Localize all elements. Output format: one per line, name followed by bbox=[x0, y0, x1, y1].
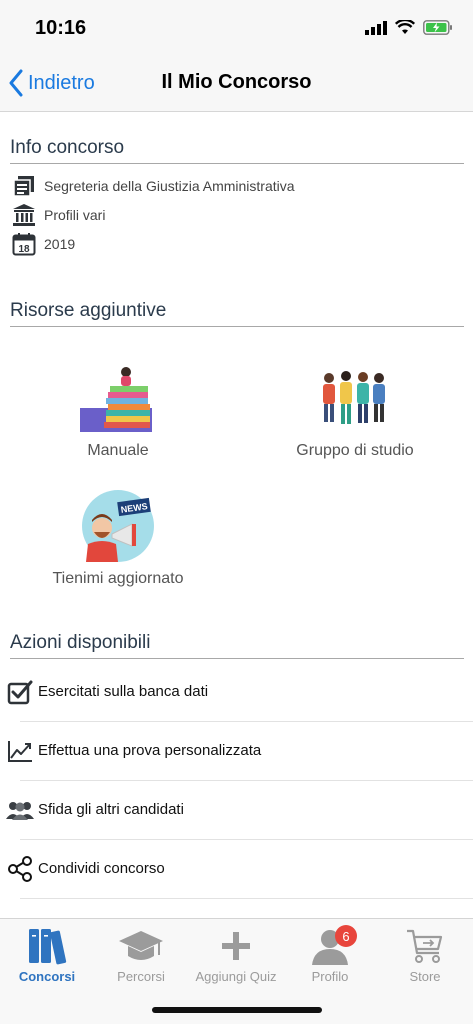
signal-icon bbox=[365, 20, 387, 35]
graduation-cap-icon bbox=[116, 925, 166, 967]
info-row-profili: Profili vari bbox=[12, 202, 105, 228]
info-row-anno: 18 2019 bbox=[12, 231, 75, 257]
resource-tienimi-aggiornato-label: Tienimi aggiornato bbox=[52, 570, 184, 587]
tab-store[interactable]: Store bbox=[378, 925, 472, 984]
share-icon bbox=[6, 855, 34, 883]
action-condividi[interactable]: Condividi concorso bbox=[0, 839, 473, 898]
resource-gruppo-studio[interactable]: Gruppo di studio bbox=[284, 366, 426, 460]
tab-concorsi-label: Concorsi bbox=[18, 969, 76, 984]
profile-badge: 6 bbox=[335, 925, 357, 947]
tab-aggiungi-quiz[interactable]: Aggiungi Quiz bbox=[189, 925, 283, 984]
resource-manuale-label: Manuale bbox=[87, 442, 149, 459]
home-indicator[interactable] bbox=[152, 1007, 322, 1013]
profile-icon: 6 bbox=[305, 925, 357, 967]
action-prova-personalizzata[interactable]: Effettua una prova personalizzata bbox=[0, 721, 473, 780]
books-tab-icon bbox=[22, 925, 72, 967]
info-profili-text: Profili vari bbox=[44, 207, 106, 223]
action-esercitati-label: Esercitati sulla banca dati bbox=[38, 683, 209, 700]
calendar-icon: 18 bbox=[12, 232, 36, 256]
nav-bar: Indietro Il Mio Concorso bbox=[0, 56, 473, 112]
resources-section-header: Risorse aggiuntive bbox=[10, 300, 464, 327]
tab-aggiungi-quiz-label: Aggiungi Quiz bbox=[195, 969, 277, 984]
page-title: Il Mio Concorso bbox=[161, 71, 312, 93]
tab-percorsi-label: Percorsi bbox=[117, 969, 165, 984]
cart-icon bbox=[400, 925, 450, 967]
action-sfida-label: Sfida gli altri candidati bbox=[38, 801, 184, 818]
battery-icon bbox=[423, 20, 452, 35]
info-anno-text: 2019 bbox=[44, 236, 76, 252]
tab-percorsi[interactable]: Percorsi bbox=[94, 925, 188, 984]
tab-store-label: Store bbox=[409, 969, 441, 984]
status-icons bbox=[365, 20, 453, 35]
users-icon bbox=[6, 796, 34, 824]
info-section-header: Info concorso bbox=[10, 137, 464, 164]
resource-tienimi-aggiornato[interactable]: NEWS Tienimi aggiornato bbox=[42, 490, 194, 588]
tab-concorsi[interactable]: Concorsi bbox=[0, 925, 94, 984]
group-icon bbox=[323, 371, 385, 424]
institution-icon bbox=[12, 203, 36, 227]
action-sfida-candidati[interactable]: Sfida gli altri candidati bbox=[0, 780, 473, 839]
tab-profilo[interactable]: 6 Profilo bbox=[283, 925, 377, 984]
document-icon bbox=[12, 174, 36, 198]
wifi-icon bbox=[395, 20, 415, 34]
books-icon bbox=[80, 367, 152, 432]
status-bar: 10:16 bbox=[0, 0, 473, 56]
info-ente-text: Segreteria della Giustizia Amministrativ… bbox=[44, 178, 295, 194]
resource-manuale[interactable]: Manuale bbox=[58, 366, 178, 460]
action-prova-label: Effettua una prova personalizzata bbox=[38, 742, 262, 759]
resource-gruppo-studio-label: Gruppo di studio bbox=[296, 442, 414, 459]
status-time: 10:16 bbox=[35, 17, 87, 39]
action-esercitati[interactable]: Esercitati sulla banca dati bbox=[0, 662, 473, 721]
checkbox-icon bbox=[6, 678, 34, 706]
trend-chart-icon bbox=[6, 737, 34, 765]
news-megaphone-icon: NEWS bbox=[82, 490, 154, 562]
divider bbox=[20, 898, 473, 899]
action-condividi-label: Condividi concorso bbox=[38, 860, 165, 877]
actions-section-header: Azioni disponibili bbox=[10, 632, 464, 659]
info-row-ente: Segreteria della Giustizia Amministrativ… bbox=[12, 173, 295, 199]
tab-profilo-label: Profilo bbox=[311, 969, 349, 984]
calendar-day: 18 bbox=[18, 244, 30, 255]
plus-icon bbox=[211, 925, 261, 967]
